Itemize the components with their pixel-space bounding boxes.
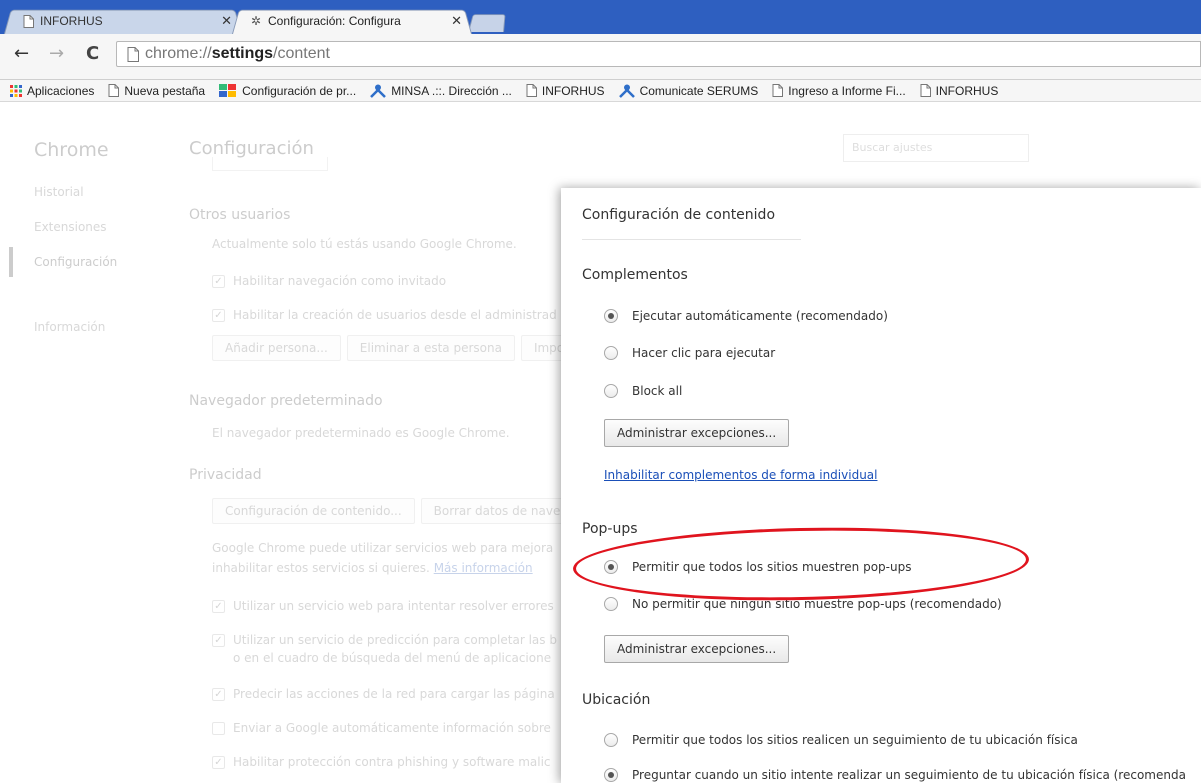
apps-grid-icon (10, 84, 22, 97)
bookmark-label: Aplicaciones (27, 83, 95, 98)
url-path: /content (273, 45, 330, 62)
bookmark-configuracion[interactable]: Configuración de pr... (219, 83, 357, 98)
radio-unselected[interactable] (604, 384, 618, 398)
page-icon (22, 14, 34, 28)
radio-label: Permitir que todos los sitios muestren p… (632, 560, 912, 574)
dialog-divider (582, 239, 801, 240)
dialog-title: Configuración de contenido (582, 207, 776, 223)
tab-strip: INFORHUS ✕ ✲ Configuración: Configura ✕ (0, 0, 1201, 34)
radio-block-all[interactable]: Block all (604, 384, 682, 398)
radio-permitir-ubicacion[interactable]: Permitir que todos los sitios realicen u… (604, 733, 1078, 747)
person-icon (618, 84, 635, 98)
address-bar[interactable]: chrome://settings/content (116, 41, 1201, 67)
bookmark-label: Ingreso a Informe Fi... (788, 83, 906, 98)
bookmark-comunicate-serums[interactable]: Comunicate SERUMS (618, 83, 759, 98)
radio-label: Preguntar cuando un sitio intente realiz… (632, 768, 1186, 782)
gear-icon: ✲ (250, 14, 262, 28)
bookmark-label: Comunicate SERUMS (639, 83, 759, 98)
radio-unselected[interactable] (604, 346, 618, 360)
bookmark-label: Configuración de pr... (242, 83, 357, 98)
toolbar: ← → C chrome://settings/content (0, 34, 1201, 80)
radio-clic-ejecutar[interactable]: Hacer clic para ejecutar (604, 346, 775, 360)
radio-preguntar-ubicacion[interactable]: Preguntar cuando un sitio intente realiz… (604, 768, 1186, 782)
section-heading-complementos: Complementos (582, 267, 688, 283)
complementos-exceptions-button[interactable]: Administrar excepciones... (604, 419, 790, 447)
close-icon[interactable]: ✕ (221, 13, 232, 29)
radio-label: No permitir que ningún sitio muestre pop… (632, 597, 1002, 611)
new-tab-button[interactable] (468, 12, 504, 32)
radio-selected[interactable] (604, 309, 618, 323)
radio-ejecutar-auto[interactable]: Ejecutar automáticamente (recomendado) (604, 309, 888, 323)
tab-inforhus[interactable]: INFORHUS ✕ (4, 8, 242, 34)
person-icon (370, 84, 387, 98)
tab-configuracion[interactable]: ✲ Configuración: Configura ✕ (232, 8, 472, 34)
bookmark-label: Nueva pestaña (124, 83, 206, 98)
radio-label: Ejecutar automáticamente (recomendado) (632, 309, 888, 323)
radio-label: Block all (632, 384, 683, 398)
radio-selected[interactable] (604, 560, 618, 574)
bookmark-label: INFORHUS (541, 83, 605, 98)
bookmark-minsa[interactable]: MINSA .::. Dirección ... (370, 84, 512, 98)
bookmark-label: MINSA .::. Dirección ... (391, 83, 512, 98)
bookmark-aplicaciones[interactable]: Aplicaciones (10, 84, 94, 98)
bookmark-inforhus[interactable]: INFORHUS (526, 84, 605, 98)
page-icon (920, 84, 931, 97)
reload-icon[interactable]: C (86, 43, 99, 64)
url-scheme: chrome:// (145, 45, 212, 62)
forward-arrow-icon[interactable]: → (49, 43, 64, 64)
content-settings-dialog: Configuración de contenido Complementos … (561, 188, 1201, 783)
radio-permitir-popups[interactable]: Permitir que todos los sitios muestren p… (604, 560, 911, 574)
radio-bloquear-popups[interactable]: No permitir que ningún sitio muestre pop… (604, 597, 1002, 611)
radio-label: Hacer clic para ejecutar (632, 346, 776, 360)
radio-unselected[interactable] (604, 733, 618, 747)
disable-plugins-link[interactable]: Inhabilitar complementos de forma indivi… (604, 468, 877, 482)
google-icon (219, 83, 237, 98)
close-icon[interactable]: ✕ (451, 13, 462, 29)
bookmark-nueva-pestana[interactable]: Nueva pestaña (108, 84, 205, 98)
bookmark-ingreso-informe[interactable]: Ingreso a Informe Fi... (772, 83, 906, 98)
bookmark-label: INFORHUS (935, 83, 999, 98)
back-arrow-icon[interactable]: ← (14, 43, 29, 64)
tab-title: Configuración: Configura (268, 14, 401, 28)
section-heading-ubicacion: Ubicación (582, 692, 651, 708)
section-heading-popups: Pop-ups (582, 521, 638, 537)
page-icon (526, 84, 537, 97)
page-icon (772, 84, 784, 97)
url-host: settings (211, 45, 274, 62)
page-icon (108, 84, 120, 97)
popups-exceptions-button[interactable]: Administrar excepciones... (604, 635, 790, 663)
radio-unselected[interactable] (604, 597, 618, 611)
bookmark-inforhus-2[interactable]: INFORHUS (920, 83, 999, 98)
radio-label: Permitir que todos los sitios realicen u… (632, 733, 1078, 747)
radio-selected[interactable] (604, 768, 618, 782)
tab-title: INFORHUS (40, 14, 103, 28)
page-icon (127, 46, 139, 62)
bookmarks-bar: Aplicaciones Nueva pestaña Configuración… (0, 80, 1201, 102)
